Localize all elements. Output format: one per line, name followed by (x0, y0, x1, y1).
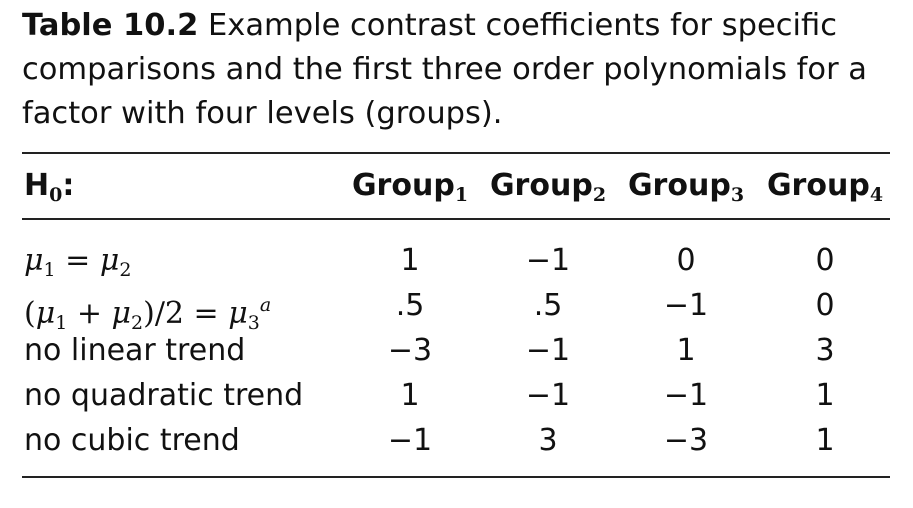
cell-group-2: −1 (525, 378, 571, 413)
cell-group-2: −1 (525, 243, 571, 278)
table-row: no linear trend −3 −1 1 3 (0, 328, 913, 373)
cell-group-1: .5 (395, 288, 425, 323)
cell-group-3: −1 (663, 288, 709, 323)
cell-group-3: 0 (676, 243, 696, 278)
cell-group-4: 1 (815, 423, 835, 458)
cell-group-3: −1 (663, 378, 709, 413)
table-row: no quadratic trend 1 −1 −1 1 (0, 373, 913, 418)
header-group-1: Group1 (351, 168, 469, 206)
table-row: no cubic trend −1 3 −3 1 (0, 418, 913, 463)
header-group-4: Group4 (766, 168, 884, 206)
cell-group-4: 3 (815, 333, 835, 368)
row-hypothesis: no cubic trend (24, 423, 240, 458)
cell-group-1: 1 (400, 243, 420, 278)
table-number: Table 10.2 (22, 8, 199, 43)
cell-group-2: 3 (538, 423, 558, 458)
cell-group-1: −3 (387, 333, 433, 368)
table-top-rule (22, 152, 890, 154)
cell-group-4: 0 (815, 243, 835, 278)
header-group-3: Group3 (627, 168, 745, 206)
cell-group-4: 1 (815, 378, 835, 413)
row-hypothesis: no linear trend (24, 333, 246, 368)
cell-group-2: .5 (533, 288, 563, 323)
table-caption: Table 10.2 Example contrast coefficients… (22, 4, 890, 136)
row-hypothesis: no quadratic trend (24, 378, 304, 413)
header-h0: H0: (24, 168, 75, 206)
cell-group-3: 1 (676, 333, 696, 368)
header-group-2: Group2 (489, 168, 607, 206)
table-row: (μ1 + μ2)/2 = μ3a .5 .5 −1 0 (0, 283, 913, 334)
cell-group-4: 0 (815, 288, 835, 323)
table-bottom-rule (22, 476, 890, 478)
cell-group-2: −1 (525, 333, 571, 368)
cell-group-1: −1 (387, 423, 433, 458)
table-header-rule (22, 218, 890, 220)
table-row: μ1 = μ2 1 −1 0 0 (0, 238, 913, 283)
cell-group-1: 1 (400, 378, 420, 413)
cell-group-3: −3 (663, 423, 709, 458)
